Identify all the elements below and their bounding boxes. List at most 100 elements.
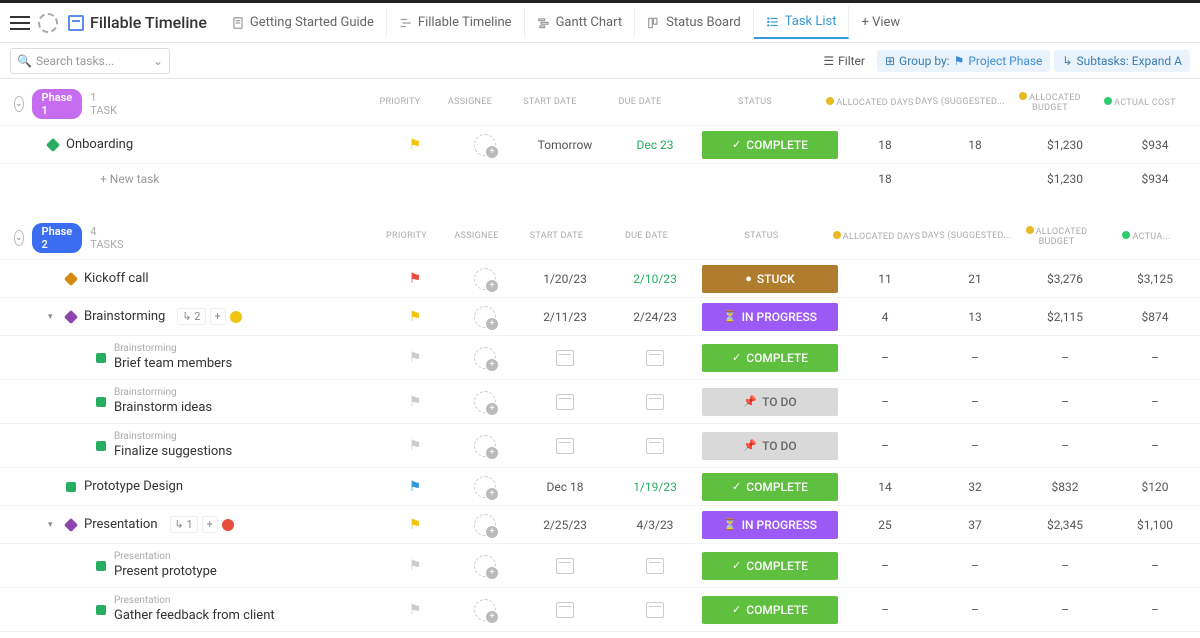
actual-cost[interactable]: $3,125 bbox=[1110, 272, 1200, 286]
phase-badge[interactable]: Phase 2 bbox=[32, 223, 83, 253]
tab-fillable-timeline[interactable]: Fillable Timeline bbox=[387, 7, 525, 38]
task-row[interactable]: Brainstorming Finalize suggestions ⚑ 📌TO… bbox=[0, 423, 1200, 467]
status-badge[interactable]: 📌TO DO bbox=[702, 388, 838, 416]
assignee-placeholder[interactable] bbox=[474, 347, 496, 369]
assignee-placeholder[interactable] bbox=[474, 134, 496, 156]
task-row[interactable]: ▾ Brainstorming ↳ 2+ ⚑ 2/11/23 2/24/23 ⏳… bbox=[0, 297, 1200, 335]
sugg-days[interactable]: 13 bbox=[930, 310, 1020, 324]
subtasks-button[interactable]: ↳ Subtasks: Expand A bbox=[1054, 50, 1190, 72]
status-badge[interactable]: ⏳IN PROGRESS bbox=[702, 303, 838, 331]
subtask-count[interactable]: ↳ 2 bbox=[177, 308, 205, 325]
due-date[interactable]: 2/10/23 bbox=[610, 272, 700, 286]
sugg-days[interactable]: – bbox=[930, 603, 1020, 617]
priority-flag-icon[interactable]: ⚑ bbox=[409, 517, 422, 533]
task-row[interactable]: Kickoff call ⚑ 1/20/23 2/10/23 ●STUCK 11… bbox=[0, 259, 1200, 297]
date-placeholder[interactable] bbox=[646, 602, 664, 618]
date-placeholder[interactable] bbox=[646, 394, 664, 410]
due-date[interactable] bbox=[610, 438, 700, 454]
priority-flag-icon[interactable]: ⚑ bbox=[409, 394, 422, 410]
alloc-budget[interactable]: $2,345 bbox=[1020, 518, 1110, 532]
alloc-budget[interactable]: $832 bbox=[1020, 480, 1110, 494]
start-date[interactable]: Dec 18 bbox=[520, 480, 610, 494]
col-assignee[interactable]: ASSIGNEE bbox=[442, 231, 512, 241]
start-date[interactable]: 2/11/23 bbox=[520, 310, 610, 324]
alloc-budget[interactable]: – bbox=[1020, 603, 1110, 617]
date-placeholder[interactable] bbox=[646, 438, 664, 454]
col-status[interactable]: STATUS bbox=[692, 231, 832, 241]
start-date[interactable]: 2/25/23 bbox=[520, 518, 610, 532]
start-date[interactable] bbox=[520, 350, 610, 366]
tab-status-board[interactable]: Status Board bbox=[635, 7, 754, 38]
col-status[interactable]: STATUS bbox=[685, 97, 825, 107]
alloc-days[interactable]: – bbox=[840, 559, 930, 573]
task-row[interactable]: Prototype Design ⚑ Dec 18 1/19/23 ✓COMPL… bbox=[0, 467, 1200, 505]
new-task-button[interactable]: + New task bbox=[40, 164, 380, 194]
col-alloc-budget[interactable]: ALLOCATED BUDGET bbox=[1005, 92, 1095, 113]
priority-flag-icon[interactable]: ⚑ bbox=[409, 602, 422, 618]
actual-cost[interactable]: $1,100 bbox=[1110, 518, 1200, 532]
alloc-budget[interactable]: – bbox=[1020, 559, 1110, 573]
task-row[interactable]: Onboarding ⚑ Tomorrow Dec 23 ✓COMPLETE 1… bbox=[0, 125, 1200, 163]
col-priority[interactable]: PRIORITY bbox=[365, 97, 435, 107]
sugg-days[interactable]: 18 bbox=[930, 138, 1020, 152]
alloc-budget[interactable]: – bbox=[1020, 351, 1110, 365]
sugg-days[interactable]: – bbox=[930, 351, 1020, 365]
start-date[interactable]: Tomorrow bbox=[520, 138, 610, 152]
actual-cost[interactable]: – bbox=[1110, 439, 1200, 453]
date-placeholder[interactable] bbox=[556, 438, 574, 454]
date-placeholder[interactable] bbox=[646, 558, 664, 574]
due-date[interactable]: 2/24/23 bbox=[610, 310, 700, 324]
alloc-budget[interactable]: $3,276 bbox=[1020, 272, 1110, 286]
sugg-days[interactable]: – bbox=[930, 439, 1020, 453]
alloc-budget[interactable]: – bbox=[1020, 439, 1110, 453]
assignee-placeholder[interactable] bbox=[474, 476, 496, 498]
add-subtask-button[interactable]: + bbox=[202, 516, 218, 533]
start-date[interactable]: 1/20/23 bbox=[520, 272, 610, 286]
col-sugg-days[interactable]: DAYS (SUGGESTED... bbox=[915, 97, 1005, 107]
sugg-days[interactable]: – bbox=[930, 559, 1020, 573]
filter-button[interactable]: ☰Filter bbox=[815, 50, 873, 72]
actual-cost[interactable]: – bbox=[1110, 603, 1200, 617]
search-input[interactable]: 🔍 Search tasks... ⌄ bbox=[10, 48, 170, 74]
sugg-days[interactable]: 37 bbox=[930, 518, 1020, 532]
assignee-placeholder[interactable] bbox=[474, 306, 496, 328]
col-actual-cost[interactable]: ACTUA... bbox=[1102, 231, 1192, 242]
col-alloc-days[interactable]: ALLOCATED DAYS bbox=[825, 97, 915, 108]
alloc-days[interactable]: – bbox=[840, 439, 930, 453]
subtask-count[interactable]: ↳ 1 bbox=[170, 516, 198, 533]
col-sugg-days[interactable]: DAYS (SUGGESTED... bbox=[922, 231, 1012, 241]
assignee-placeholder[interactable] bbox=[474, 599, 496, 621]
task-row[interactable]: Brainstorming Brainstorm ideas ⚑ 📌TO DO … bbox=[0, 379, 1200, 423]
actual-cost[interactable]: – bbox=[1110, 351, 1200, 365]
status-badge[interactable]: ✓COMPLETE bbox=[702, 596, 838, 624]
due-date[interactable] bbox=[610, 558, 700, 574]
alloc-days[interactable]: – bbox=[840, 395, 930, 409]
alloc-budget[interactable]: $1,230 bbox=[1020, 138, 1110, 152]
task-row[interactable]: ▾ Presentation ↳ 1+ ⚑ 2/25/23 4/3/23 ⏳IN… bbox=[0, 505, 1200, 543]
expand-toggle[interactable]: ▾ bbox=[48, 520, 58, 530]
collapse-toggle[interactable]: ⌄ bbox=[14, 230, 24, 246]
status-badge[interactable]: ✓COMPLETE bbox=[702, 131, 838, 159]
tab-getting-started[interactable]: Getting Started Guide bbox=[219, 7, 387, 38]
actual-cost[interactable]: $120 bbox=[1110, 480, 1200, 494]
status-badge[interactable]: ✓COMPLETE bbox=[702, 552, 838, 580]
status-badge[interactable]: ✓COMPLETE bbox=[702, 344, 838, 372]
date-placeholder[interactable] bbox=[556, 394, 574, 410]
add-view-button[interactable]: + View bbox=[849, 7, 912, 38]
col-due[interactable]: DUE DATE bbox=[595, 97, 685, 107]
tab-task-list[interactable]: Task List bbox=[754, 6, 850, 39]
alloc-days[interactable]: 14 bbox=[840, 480, 930, 494]
col-assignee[interactable]: ASSIGNEE bbox=[435, 97, 505, 107]
groupby-button[interactable]: ⊞ Group by: ⚑ Project Phase bbox=[877, 50, 1050, 72]
col-priority[interactable]: PRIORITY bbox=[372, 231, 442, 241]
sugg-days[interactable]: – bbox=[930, 395, 1020, 409]
priority-flag-icon[interactable]: ⚑ bbox=[409, 309, 422, 325]
actual-cost[interactable]: $934 bbox=[1110, 138, 1200, 152]
alloc-days[interactable]: 25 bbox=[840, 518, 930, 532]
date-placeholder[interactable] bbox=[646, 350, 664, 366]
collapse-toggle[interactable]: ⌄ bbox=[14, 96, 24, 112]
date-placeholder[interactable] bbox=[556, 350, 574, 366]
sugg-days[interactable]: 21 bbox=[930, 272, 1020, 286]
due-date[interactable]: 4/3/23 bbox=[610, 518, 700, 532]
due-date[interactable]: Dec 23 bbox=[610, 138, 700, 152]
